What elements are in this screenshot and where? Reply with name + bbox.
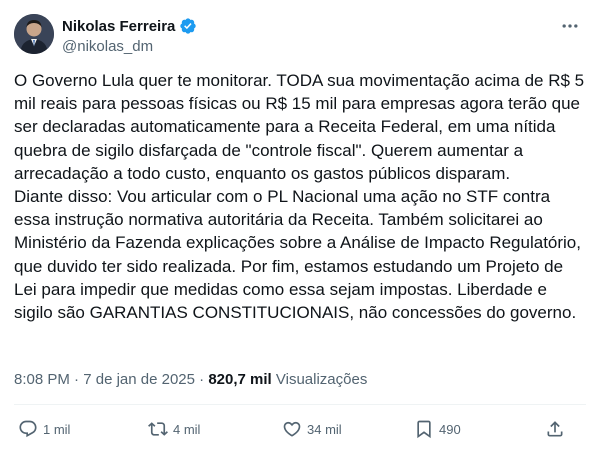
repost-count: 4 mil [173,421,201,437]
tweet-time[interactable]: 8:08 PM [14,371,70,388]
more-icon[interactable] [560,16,580,37]
share-icon [545,419,565,439]
meta-separator-2: · [199,371,209,388]
like-count: 34 mil [307,421,342,437]
author-names: Nikolas Ferreira @nikolas_dm [62,15,197,57]
reply-button[interactable]: 1 mil [18,417,70,441]
divider [14,404,586,405]
like-button[interactable]: 34 mil [282,417,342,441]
tweet-meta: 8:08 PM · 7 de jan de 2025 · 820,7 mil V… [14,370,367,390]
name-row: Nikolas Ferreira [62,15,197,37]
heart-icon [282,419,302,439]
author-name[interactable]: Nikolas Ferreira [62,18,175,35]
bookmark-count: 490 [439,421,461,437]
reply-count: 1 mil [43,421,71,437]
tweet-header: Nikolas Ferreira @nikolas_dm [14,14,197,57]
views-label[interactable]: Visualizações [276,371,367,388]
action-bar: 1 mil 4 mil 34 mil 490 [0,417,600,441]
tweet-paragraph-2: Diante disso: Vou articular com o PL Nac… [14,187,581,323]
repost-icon [148,419,168,439]
meta-separator: · [74,371,84,388]
avatar[interactable] [14,14,54,54]
avatar-image [14,14,54,54]
repost-button[interactable]: 4 mil [148,417,200,441]
verified-badge-icon[interactable] [179,17,197,35]
views-count[interactable]: 820,7 mil [208,371,276,388]
bookmark-button[interactable]: 490 [414,417,461,441]
author-handle[interactable]: @nikolas_dm [62,37,197,57]
tweet-text: O Governo Lula quer te monitorar. TODA s… [14,69,586,324]
tweet-card: Nikolas Ferreira @nikolas_dm O Governo L… [0,0,600,450]
bookmark-icon [414,419,434,439]
reply-icon [18,419,38,439]
tweet-date[interactable]: 7 de jan de 2025 [83,371,195,388]
share-button[interactable] [545,417,565,441]
tweet-paragraph-1: O Governo Lula quer te monitorar. TODA s… [14,71,585,183]
